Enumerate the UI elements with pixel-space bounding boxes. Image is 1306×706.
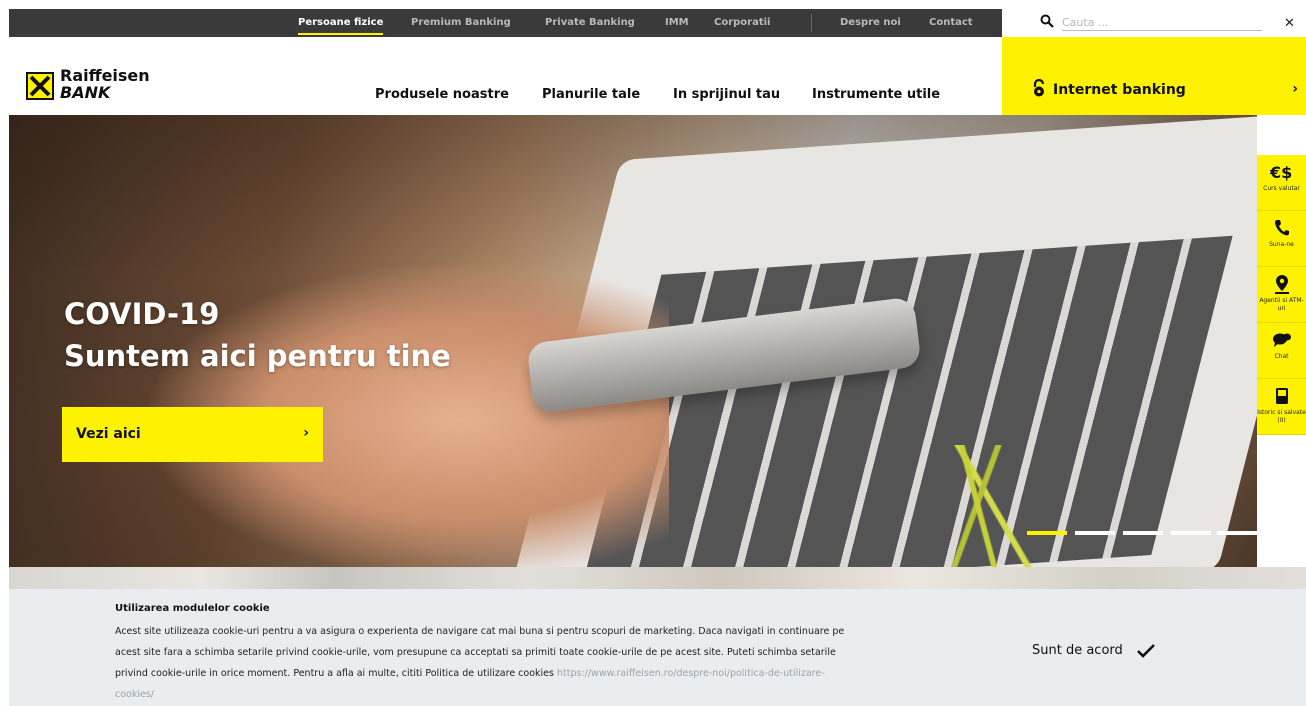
vezi-aici-button[interactable]: Vezi aici › bbox=[62, 407, 323, 462]
cookie-accept-label: Sunt de acord bbox=[1032, 643, 1123, 658]
logo-line-2: BANK bbox=[60, 83, 111, 102]
topnav-premium-banking[interactable]: Premium Banking bbox=[411, 17, 511, 28]
topnav-corporatii[interactable]: Corporatii bbox=[714, 17, 770, 28]
checkmark-icon bbox=[1136, 643, 1155, 658]
search-bar: ✕ bbox=[1002, 9, 1306, 37]
close-icon[interactable]: ✕ bbox=[1284, 17, 1295, 30]
internet-banking-label: Internet banking bbox=[1053, 82, 1186, 98]
topnav-private-banking[interactable]: Private Banking bbox=[545, 17, 635, 28]
phone-icon bbox=[1257, 218, 1306, 238]
hero-title-line-2: Suntem aici pentru tine bbox=[64, 339, 451, 373]
cookie-title: Utilizarea modulelor cookie bbox=[115, 603, 270, 614]
topnav-despre-noi[interactable]: Despre noi bbox=[840, 17, 901, 28]
currency-exchange-icon: €$ bbox=[1257, 162, 1306, 182]
chevron-right-icon: › bbox=[303, 425, 309, 441]
search-input[interactable] bbox=[1062, 15, 1262, 31]
history-icon bbox=[1257, 386, 1306, 406]
hero-title-line-1: COVID-19 bbox=[64, 297, 220, 331]
logo-line-1: Raiffeisen bbox=[60, 66, 150, 85]
lock-icon bbox=[1033, 79, 1045, 97]
site-header: Raiffeisen BANK Produsele noastre Planur… bbox=[9, 37, 1306, 115]
nav-planurile-tale[interactable]: Planurile tale bbox=[542, 87, 640, 102]
nav-in-sprijinul-tau[interactable]: In sprijinul tau bbox=[673, 87, 780, 102]
sidebar-item-agentii-atm[interactable]: Agentii si ATM-uri bbox=[1257, 267, 1306, 323]
nav-instrumente-utile[interactable]: Instrumente utile bbox=[812, 87, 940, 102]
topnav-persoane-fizice[interactable]: Persoane fizice bbox=[298, 17, 384, 35]
topnav-divider bbox=[811, 14, 812, 32]
vezi-aici-label: Vezi aici bbox=[76, 426, 141, 442]
sidebar-label-suna-ne: Suna-ne bbox=[1269, 241, 1294, 248]
hero-title: COVID-19 Suntem aici pentru tine bbox=[64, 293, 451, 377]
quick-access-sidebar: €$ Curs valutar Suna-ne Agentii si ATM-u… bbox=[1257, 155, 1306, 435]
carousel-dot-3[interactable] bbox=[1123, 531, 1163, 535]
sidebar-item-istoric[interactable]: Istoric si salvate (0) bbox=[1257, 379, 1306, 435]
sidebar-label-istoric: Istoric si salvate (0) bbox=[1257, 409, 1306, 424]
nav-produsele-noastre[interactable]: Produsele noastre bbox=[375, 87, 509, 102]
svg-text:€$: €$ bbox=[1270, 163, 1292, 182]
carousel-dot-1[interactable] bbox=[1027, 531, 1067, 535]
cookie-banner: Utilizarea modulelor cookie Acest site u… bbox=[9, 589, 1306, 706]
sidebar-label-agentii-atm: Agentii si ATM-uri bbox=[1259, 297, 1304, 312]
sidebar-item-chat[interactable]: Chat bbox=[1257, 323, 1306, 379]
chevron-right-icon: › bbox=[1292, 81, 1298, 97]
plant-image bbox=[899, 445, 1059, 567]
hero-carousel: COVID-19 Suntem aici pentru tine Vezi ai… bbox=[9, 115, 1257, 567]
carousel-dot-5[interactable] bbox=[1217, 531, 1257, 535]
top-navigation-bar: Persoane fizice Premium Banking Private … bbox=[9, 9, 1002, 37]
chat-icon bbox=[1257, 330, 1306, 350]
logo-mark-icon bbox=[26, 72, 54, 100]
internet-banking-button[interactable]: Internet banking › bbox=[1002, 37, 1306, 115]
sidebar-label-chat: Chat bbox=[1274, 353, 1289, 360]
raiffeisen-logo[interactable]: Raiffeisen BANK bbox=[26, 67, 186, 107]
logo-text: Raiffeisen BANK bbox=[60, 67, 150, 101]
location-icon bbox=[1257, 274, 1306, 294]
cookie-text: Acest site utilizeaza cookie-uri pentru … bbox=[115, 621, 855, 705]
sidebar-item-suna-ne[interactable]: Suna-ne bbox=[1257, 211, 1306, 267]
sidebar-label-curs-valutar: Curs valutar bbox=[1263, 185, 1300, 192]
cookie-accept-button[interactable]: Sunt de acord bbox=[1032, 640, 1156, 664]
topnav-contact[interactable]: Contact bbox=[929, 17, 973, 28]
topnav-imm[interactable]: IMM bbox=[665, 17, 689, 28]
search-icon[interactable] bbox=[1040, 14, 1054, 28]
carousel-indicators bbox=[1027, 531, 1257, 536]
sidebar-item-curs-valutar[interactable]: €$ Curs valutar bbox=[1257, 155, 1306, 211]
carousel-dot-2[interactable] bbox=[1075, 531, 1115, 535]
content-preview-strip bbox=[9, 567, 1306, 589]
carousel-dot-4[interactable] bbox=[1171, 531, 1211, 535]
